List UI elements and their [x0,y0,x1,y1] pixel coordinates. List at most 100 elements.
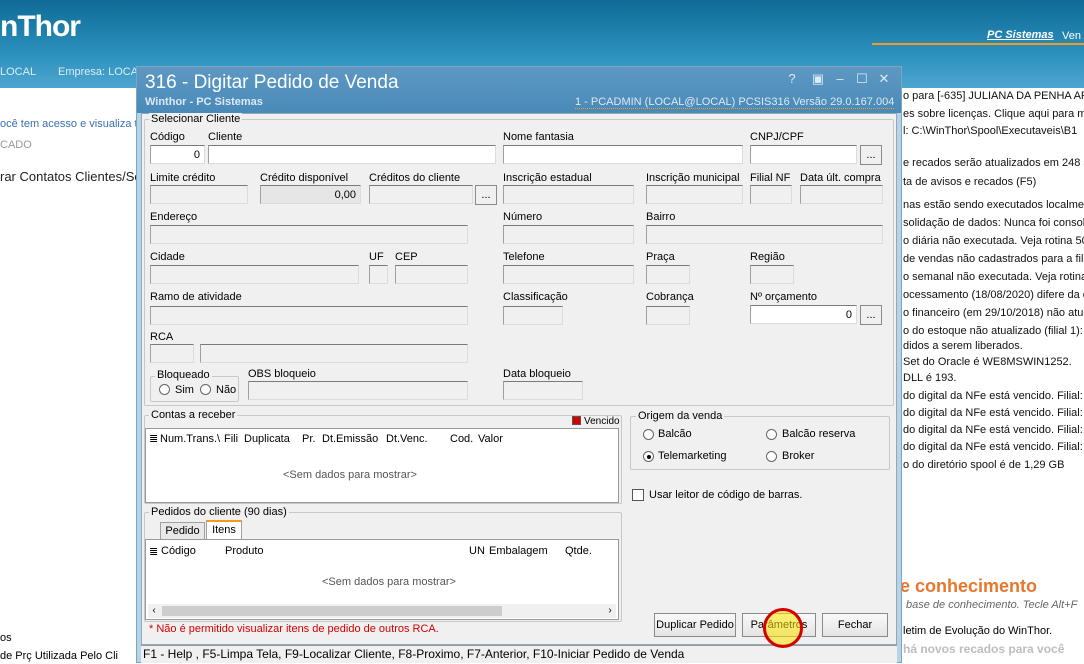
contas-col-dt-venc[interactable]: Dt.Venc. [386,433,428,445]
leitor-codigo-barras-checkbox[interactable] [632,489,644,501]
credito-disponivel-field[interactable]: 0,00 [260,185,361,204]
cnpj-search-button[interactable]: ... [860,145,882,165]
notice-line: o diária não executada. Veja rotina 504 [903,235,1084,247]
n-orcamento-field[interactable]: 0 [750,305,857,324]
classificacao-label: Classificação [503,291,568,303]
origem-balcao-radio[interactable] [643,429,654,440]
praca-field[interactable] [646,265,690,284]
bloqueado-nao-radio[interactable] [200,384,211,395]
pedidos-col-produto[interactable]: Produto [225,545,264,557]
bloqueado-sim-radio[interactable] [159,384,170,395]
restore-icon[interactable]: ▣ [809,71,827,87]
scroll-left-icon[interactable]: ‹ [148,604,160,618]
scroll-thumb[interactable] [162,606,502,616]
tab-itens[interactable]: Itens [206,520,242,539]
dialog-title: 316 - Digitar Pedido de Venda [145,72,399,93]
scroll-right-icon[interactable]: › [604,604,616,618]
cobranca-field[interactable] [646,306,690,325]
codigo-field[interactable]: 0 [150,145,205,164]
endereco-field[interactable] [150,225,468,244]
close-icon[interactable]: ✕ [875,71,893,87]
rca-code-field[interactable] [150,344,194,363]
pedidos-col-un[interactable]: UN [469,545,485,557]
menu-item-contatos[interactable]: rar Contatos Clientes/Só [0,169,142,184]
data-bloqueio-field[interactable] [503,381,583,400]
contas-col-cod[interactable]: Cod. [450,433,473,445]
pc-sistemas-link[interactable]: PC Sistemas [987,29,1054,41]
fechar-button[interactable]: Fechar [822,613,888,637]
contas-col-num-trans[interactable]: Num.Trans.\ [160,433,220,445]
cnpj-field[interactable] [750,145,857,164]
origem-telemarketing-radio[interactable] [643,451,654,462]
header-accent-line [872,43,1084,45]
limite-credito-field[interactable] [150,185,248,204]
recados-notice: há novos recados para você [903,642,1065,656]
origem-venda-title: Origem da venda [636,410,725,422]
notice-line: solidação de dados: Nunca foi consoli [903,217,1084,229]
cliente-label: Cliente [208,131,243,143]
pedidos-horizontal-scrollbar[interactable]: ‹ › [148,604,616,618]
uf-field[interactable] [369,265,388,284]
n-orcamento-label: Nº orçamento [750,291,817,303]
pedidos-grid[interactable]: ≣ Código Produto UN Embalagem Qtde. <Sem… [145,539,619,620]
help-icon[interactable]: ? [783,71,801,87]
nome-fantasia-field[interactable] [503,145,743,164]
pedidos-col-embalagem[interactable]: Embalagem [489,545,548,557]
notice-line: do digital da NFe está vencido. Filial: … [903,407,1084,419]
creditos-cliente-button[interactable]: ... [475,185,497,205]
contas-receber-title: Contas a receber [149,409,238,421]
pedidos-grid-menu-icon[interactable]: ≣ [149,545,158,558]
cep-label: CEP [395,251,418,263]
notice-line: o do diretório spool é de 1,29 GB [903,459,1065,471]
click-highlight-ring [763,608,803,648]
ramo-atividade-label: Ramo de atividade [150,291,242,303]
numero-field[interactable] [503,225,634,244]
cidade-field[interactable] [150,265,359,284]
n-orcamento-button[interactable]: ... [860,305,882,325]
contas-col-valor[interactable]: Valor [478,433,503,445]
duplicar-pedido-button[interactable]: Duplicar Pedido [654,613,736,637]
telefone-field[interactable] [503,265,634,284]
notice-line: o do estoque não atualizado (filial 1): [903,325,1083,337]
contas-col-duplicata[interactable]: Duplicata [244,433,290,445]
boletim-link[interactable]: letim de Evolução do WinThor. [903,625,1052,637]
ramo-atividade-field[interactable] [150,306,468,325]
tab-pedido[interactable]: Pedido [160,522,205,539]
inscricao-municipal-field[interactable] [646,185,743,204]
regiao-label: Região [750,251,785,263]
contas-empty-message: <Sem dados para mostrar> [283,469,417,481]
pedidos-col-qtde[interactable]: Qtde. [565,545,592,557]
contas-col-filial[interactable]: Filia [224,433,238,445]
obs-bloqueio-field[interactable] [248,381,468,400]
notice-line: l: C:\WinThor\Spool\Executaveis\B1 [903,125,1078,137]
access-link[interactable]: ocê tem acesso e visualiza t [0,118,138,130]
regiao-field[interactable] [750,265,794,284]
maximize-icon[interactable]: ☐ [853,71,871,87]
filial-nf-field[interactable] [750,185,792,204]
notice-line: de vendas não cadastrados para a filia [903,253,1084,265]
contas-receber-grid[interactable]: ≣ Num.Trans.\ Filia Duplicata Pr. Dt.Emi… [145,428,619,503]
inscricao-estadual-field[interactable] [503,185,634,204]
uf-label: UF [369,251,384,263]
contas-col-pr[interactable]: Pr. [302,433,315,445]
origem-balcao-reserva-radio[interactable] [766,429,777,440]
cliente-field[interactable] [208,145,496,164]
creditos-cliente-label: Créditos do cliente [369,172,461,184]
contas-col-dt-emissao[interactable]: Dt.Emissão [322,433,378,445]
origem-broker-radio[interactable] [766,451,777,462]
cep-field[interactable] [395,265,468,284]
data-ult-compra-field[interactable] [800,185,883,204]
notice-line: o financeiro (em 29/10/2018) não atu [903,307,1084,319]
minimize-icon[interactable]: – [831,71,849,87]
creditos-cliente-field[interactable] [369,185,473,204]
dialog-titlebar[interactable]: 316 - Digitar Pedido de Venda Winthor - … [137,67,901,113]
pedidos-col-codigo[interactable]: Código [161,545,196,557]
menu-item-os[interactable]: os [0,632,12,644]
empresa-label: Empresa: LOCAL [58,66,145,78]
classificacao-field[interactable] [503,306,563,325]
bairro-field[interactable] [646,225,883,244]
grid-menu-icon[interactable]: ≣ [149,432,158,445]
pedidos-empty-message: <Sem dados para mostrar> [322,576,456,588]
rca-name-field[interactable] [200,344,468,363]
menu-item-prc[interactable]: de Prç Utilizada Pelo Cli [0,650,118,662]
